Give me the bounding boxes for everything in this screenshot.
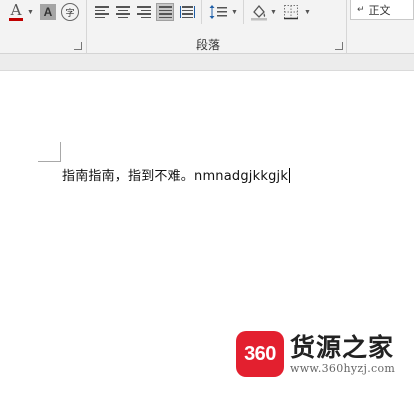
shading-icon <box>251 4 267 21</box>
document-body-text[interactable]: 指南指南，指到不难。nmnadgjkkgjk <box>62 165 291 184</box>
line-spacing-dropdown-icon[interactable]: ▼ <box>231 9 238 16</box>
align-center-icon <box>116 6 130 18</box>
justify-icon <box>158 6 172 18</box>
font-color-button[interactable]: A <box>8 3 24 21</box>
style-gallery-normal[interactable]: ↵ 正文 <box>350 0 414 20</box>
align-left-icon <box>95 6 109 18</box>
character-shading-icon: A <box>43 5 53 19</box>
font-dialog-launcher-icon[interactable] <box>74 42 82 50</box>
font-color-icon: A <box>10 1 22 19</box>
line-spacing-icon <box>209 5 227 19</box>
ribbon-group-separator <box>346 0 347 54</box>
shading-dropdown-icon[interactable]: ▼ <box>270 9 277 16</box>
align-center-button[interactable] <box>114 3 132 21</box>
distributed-icon <box>179 6 195 18</box>
watermark-logo-text: 360 <box>244 342 276 365</box>
borders-dropdown-icon[interactable]: ▼ <box>304 9 311 16</box>
font-color-bar <box>9 18 23 21</box>
enclose-characters-icon: 字 <box>65 7 75 18</box>
ribbon-button-separator <box>201 0 202 24</box>
paragraph-group-label: 段落 <box>196 38 221 52</box>
ribbon-button-separator <box>243 0 244 24</box>
watermark-url: www.360hyzj.com <box>290 362 396 375</box>
ribbon-group-separator <box>86 0 87 54</box>
watermark-brand: 货源之家 <box>290 333 395 362</box>
borders-button[interactable] <box>282 3 300 21</box>
text-cursor <box>289 168 291 183</box>
watermark-logo: 360 <box>236 331 284 377</box>
body-text-content: 指南指南，指到不难。nmnadgjkkgjk <box>62 169 289 184</box>
ribbon: A ▼ A 字 ▼ ▼ ▼ 段落 ↵ 正文 <box>0 0 414 54</box>
ruler-strip <box>0 54 414 71</box>
enclose-characters-button[interactable]: 字 <box>61 3 79 21</box>
margin-corner-mark <box>38 161 61 162</box>
distributed-button[interactable] <box>178 3 196 21</box>
character-shading-button[interactable]: A <box>40 4 56 20</box>
justify-button[interactable] <box>156 3 174 21</box>
align-right-button[interactable] <box>135 3 153 21</box>
shading-button[interactable] <box>250 3 268 21</box>
margin-corner-mark <box>60 142 61 162</box>
style-normal-label: 正文 <box>368 3 391 17</box>
paragraph-mark-icon: ↵ <box>357 4 365 15</box>
align-left-button[interactable] <box>93 3 111 21</box>
font-color-dropdown-icon[interactable]: ▼ <box>27 9 34 16</box>
paragraph-dialog-launcher-icon[interactable] <box>335 42 343 50</box>
align-right-icon <box>137 6 151 18</box>
borders-icon <box>284 5 298 20</box>
line-spacing-button[interactable] <box>208 3 230 21</box>
